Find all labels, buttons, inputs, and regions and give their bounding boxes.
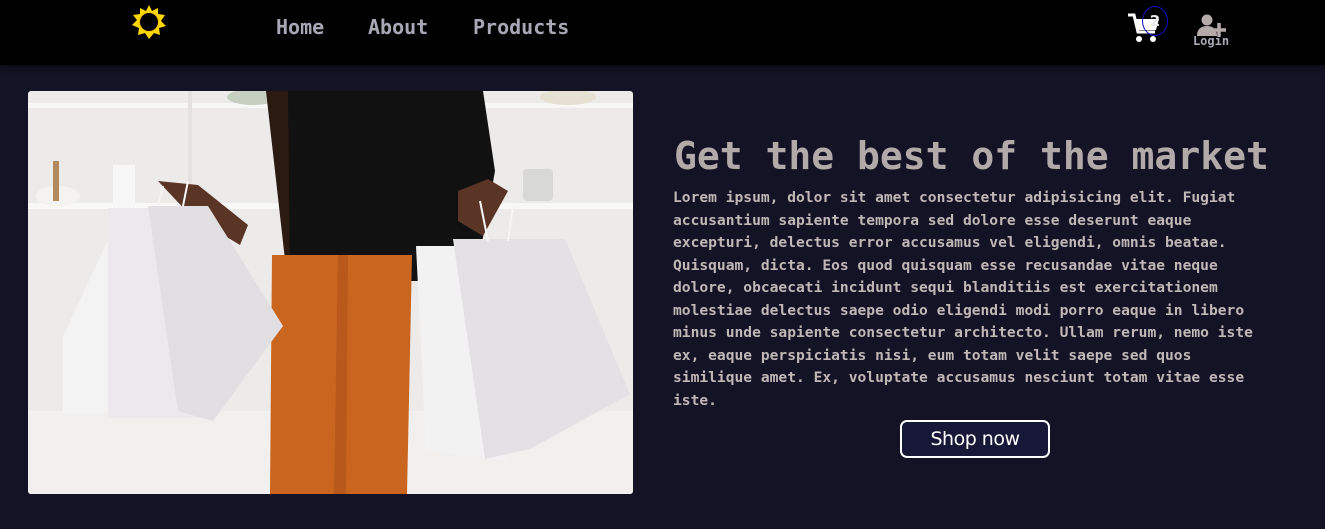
navbar: Home About Products 2 Login [0,0,1325,65]
login-button[interactable]: Login [1189,14,1233,50]
nav-products[interactable]: Products [473,15,569,39]
login-label: Login [1192,34,1230,48]
hero-image [28,91,633,494]
hero-title: Get the best of the market [674,134,1269,178]
nav-about[interactable]: About [368,15,428,39]
hero-description: Lorem ipsum, dolor sit amet consectetur … [673,189,1253,409]
shop-now-button[interactable]: Shop now [900,420,1050,458]
nav-home[interactable]: Home [276,15,324,39]
cart-count-badge: 2 [1142,6,1168,36]
sun-icon[interactable] [131,4,167,40]
